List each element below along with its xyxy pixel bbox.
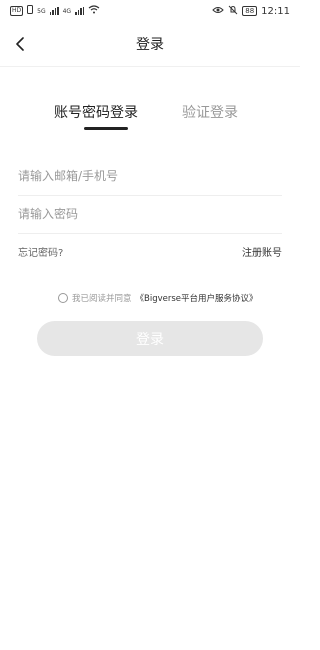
tab-code-login[interactable]: 验证登录 bbox=[182, 102, 238, 122]
password-input[interactable] bbox=[18, 196, 282, 232]
signal-label-2: 4G bbox=[62, 7, 72, 15]
agreement-link[interactable]: 《Bigverse平台用户服务协议》 bbox=[136, 292, 258, 304]
signal-icon bbox=[49, 7, 59, 15]
chevron-left-icon bbox=[16, 37, 24, 51]
status-bar: HD 5G 4G 88 12:11 bbox=[0, 0, 300, 22]
auth-links: 忘记密码? 注册账号 bbox=[18, 244, 282, 259]
tab-password-login[interactable]: 账号密码登录 bbox=[54, 102, 138, 122]
eye-icon bbox=[212, 6, 224, 17]
wifi-icon bbox=[88, 5, 100, 17]
status-time: 12:11 bbox=[261, 5, 290, 17]
email-field bbox=[18, 158, 282, 196]
page-title: 登录 bbox=[136, 37, 164, 53]
login-button[interactable]: 登录 bbox=[37, 321, 263, 356]
register-link[interactable]: 注册账号 bbox=[242, 244, 282, 259]
password-field bbox=[18, 196, 282, 234]
battery-icon: 88 bbox=[242, 6, 258, 16]
hd-icon: HD bbox=[10, 6, 24, 16]
email-input[interactable] bbox=[18, 158, 282, 194]
mute-icon bbox=[228, 5, 238, 18]
nav-bar: 登录 bbox=[0, 22, 300, 67]
signal-icon-2 bbox=[75, 7, 85, 15]
agreement-prefix: 我已阅读并同意 bbox=[72, 294, 132, 304]
agreement-radio[interactable] bbox=[58, 293, 68, 303]
agreement-row: 我已阅读并同意 《Bigverse平台用户服务协议》 bbox=[58, 290, 258, 306]
active-tab-indicator bbox=[84, 127, 128, 130]
login-tabs: 账号密码登录 验证登录 bbox=[0, 102, 300, 132]
back-button[interactable] bbox=[8, 32, 32, 56]
signal-label-1: 5G bbox=[37, 7, 46, 15]
forgot-password-link[interactable]: 忘记密码? bbox=[18, 244, 63, 259]
sim-icon bbox=[27, 5, 34, 17]
